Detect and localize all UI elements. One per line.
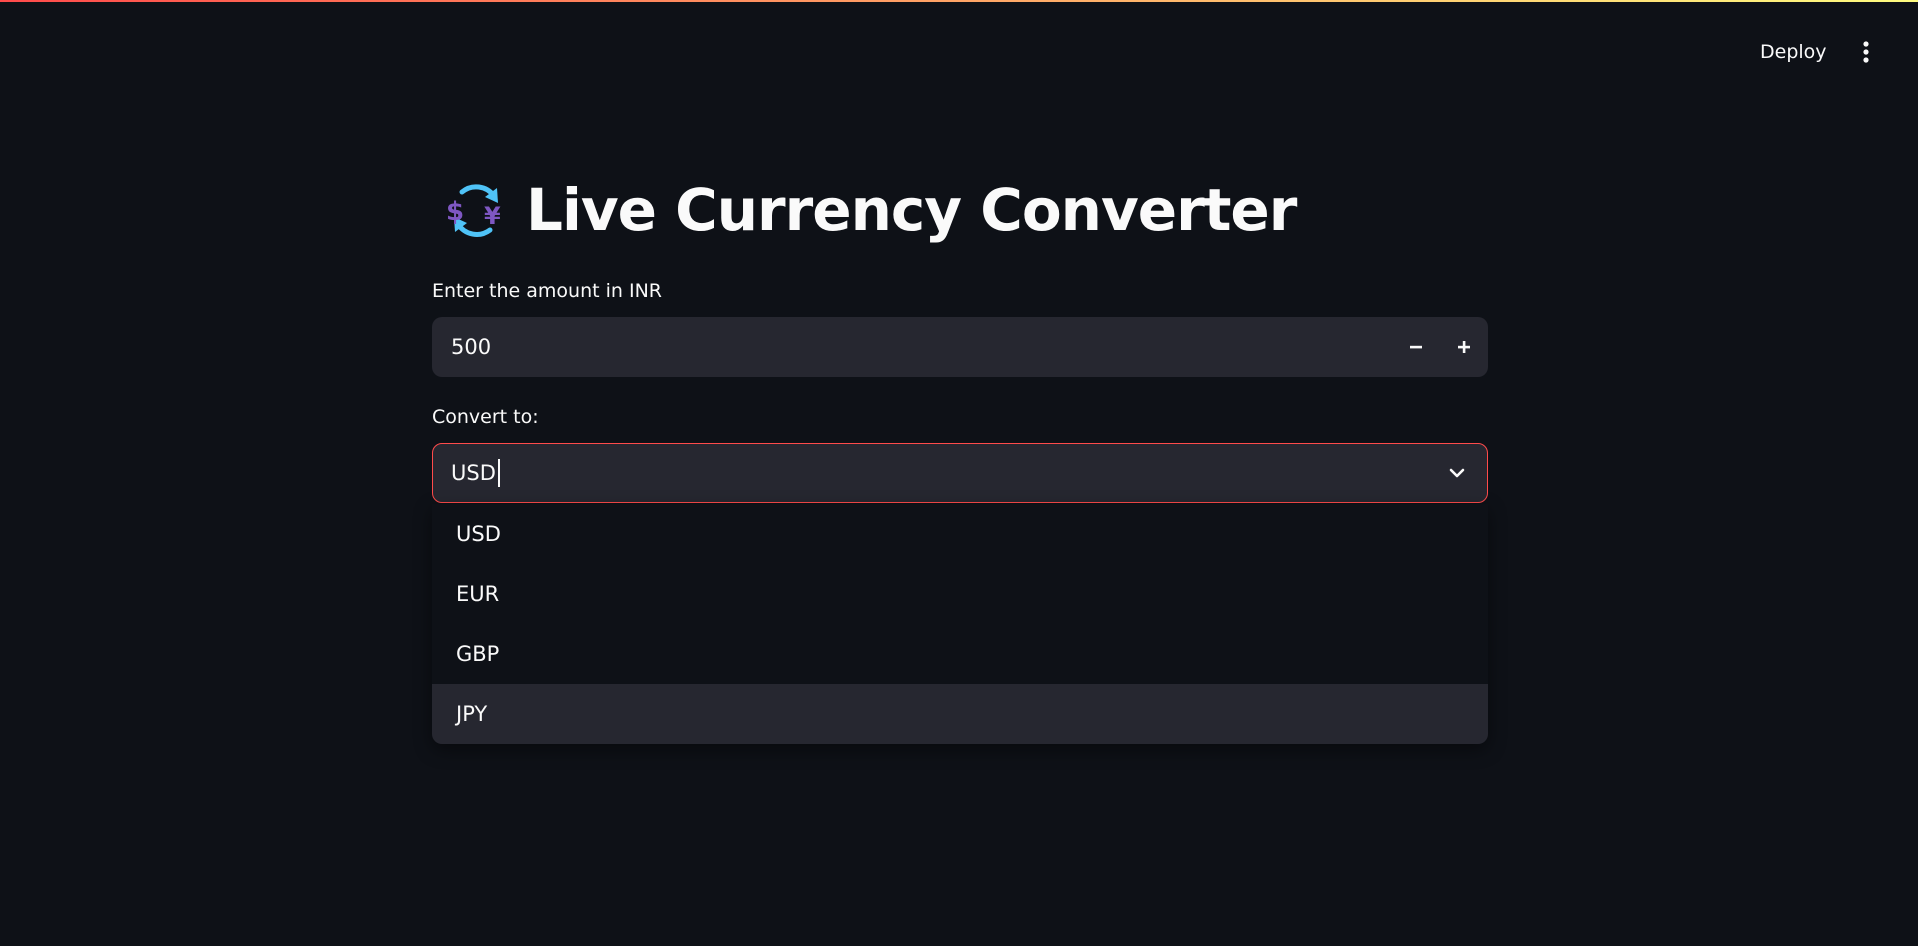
- page-title: Live Currency Converter: [526, 176, 1297, 244]
- decrement-button[interactable]: [1392, 317, 1440, 377]
- option-gbp[interactable]: GBP: [432, 624, 1488, 684]
- kebab-menu-icon: [1863, 41, 1869, 63]
- amount-number-input[interactable]: 500: [432, 317, 1488, 377]
- title-row: $ ¥ Live Currency Converter: [442, 172, 1297, 248]
- currency-select[interactable]: USD: [432, 443, 1488, 503]
- convert-to-label: Convert to:: [432, 406, 539, 428]
- option-usd[interactable]: USD: [432, 504, 1488, 564]
- option-eur[interactable]: EUR: [432, 564, 1488, 624]
- svg-text:$: $: [446, 197, 464, 227]
- plus-icon: [1458, 341, 1470, 353]
- amount-value[interactable]: 500: [432, 335, 1392, 359]
- amount-input-label: Enter the amount in INR: [432, 280, 662, 302]
- text-cursor: [497, 459, 500, 487]
- increment-button[interactable]: [1440, 317, 1488, 377]
- chevron-down-icon: [1449, 468, 1465, 478]
- app-header: Deploy: [0, 0, 1918, 104]
- svg-text:¥: ¥: [484, 202, 501, 230]
- deploy-button[interactable]: Deploy: [1748, 36, 1839, 68]
- main-menu-button[interactable]: [1852, 36, 1880, 68]
- currency-exchange-icon: $ ¥: [446, 184, 501, 237]
- currency-select-value[interactable]: USD: [433, 461, 496, 485]
- select-chevron-button[interactable]: [1427, 444, 1487, 502]
- minus-icon: [1410, 345, 1422, 349]
- option-jpy[interactable]: JPY: [432, 684, 1488, 744]
- currency-dropdown-menu: USD EUR GBP JPY: [432, 504, 1488, 744]
